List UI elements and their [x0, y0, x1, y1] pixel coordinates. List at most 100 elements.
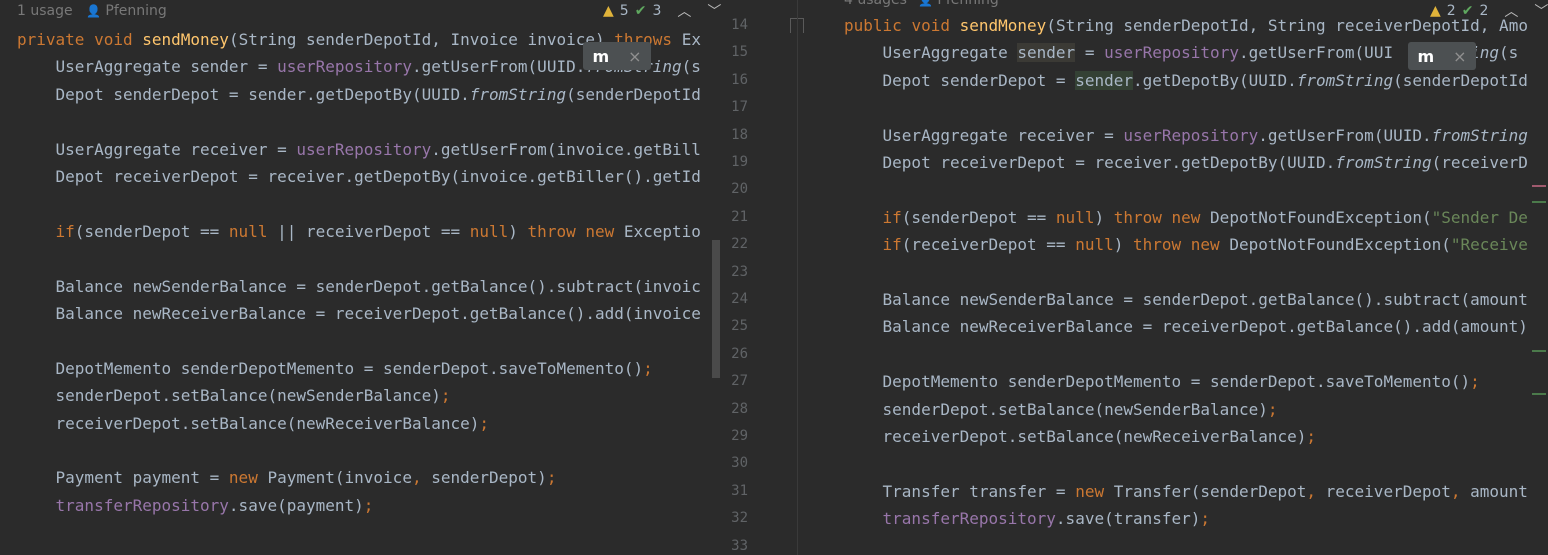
usages-hint[interactable]: 1 usage	[17, 3, 73, 19]
code-token: (senderDepotId	[1393, 70, 1528, 90]
code-token: sendMoney	[959, 16, 1047, 35]
code-token: )	[1113, 235, 1133, 255]
code-line[interactable]: receiverDepot.setBalance(newReceiverBala…	[17, 410, 489, 437]
code-token: userRepository	[296, 139, 432, 159]
code-token: userRepository	[277, 57, 412, 77]
line-number[interactable]: 32	[722, 505, 748, 532]
code-token: null	[1055, 207, 1095, 227]
line-number[interactable]: 28	[722, 396, 748, 423]
line-number[interactable]: 31	[722, 478, 748, 505]
line-number[interactable]: 23	[722, 259, 748, 286]
line-number[interactable]: 33	[722, 533, 748, 555]
line-number[interactable]: 21	[722, 204, 748, 231]
code-line[interactable]: DepotMemento senderDepotMemento = sender…	[844, 368, 1480, 395]
line-number[interactable]: 20	[722, 176, 748, 203]
line-number[interactable]: 17	[722, 94, 748, 121]
line-number[interactable]: 24	[722, 286, 748, 313]
code-token: "Sender De	[1431, 207, 1528, 227]
code-token: Depot receiverDepot = receiver.getDepotB…	[17, 167, 701, 186]
change-marker[interactable]	[1532, 393, 1546, 395]
code-line[interactable]: DepotMemento senderDepotMemento = sender…	[17, 355, 653, 382]
code-token: (senderDepot ==	[901, 207, 1056, 227]
code-token: (s	[681, 57, 701, 77]
code-line[interactable]: public void sendMoney(String senderDepot…	[844, 12, 1528, 39]
line-number[interactable]: 29	[722, 423, 748, 450]
code-line[interactable]: Balance newReceiverBalance = receiverDep…	[844, 313, 1528, 340]
code-line[interactable]: Depot receiverDepot = receiver.getDepotB…	[844, 149, 1528, 176]
change-marker[interactable]	[1532, 185, 1546, 187]
author-hint[interactable]: 👤 Pfenning	[918, 0, 999, 8]
code-token: .save(transfer)	[1055, 509, 1201, 529]
code-token: Payment payment =	[17, 468, 229, 488]
code-line[interactable]: Depot senderDepot = sender.getDepotBy(UU…	[844, 67, 1528, 94]
code-token: if	[55, 221, 75, 241]
code-line[interactable]: Depot senderDepot = sender.getDepotBy(UU…	[17, 81, 701, 108]
code-line[interactable]: Depot receiverDepot = receiver.getDepotB…	[17, 163, 701, 190]
code-line[interactable]: Balance newSenderBalance = senderDepot.g…	[17, 273, 701, 300]
chevron-up-icon[interactable]: ︿	[677, 1, 691, 21]
code-token: fromString	[469, 84, 567, 104]
code-token: DepotNotFoundException(	[1210, 207, 1432, 227]
plugin-popup[interactable]: m ×	[583, 42, 651, 70]
code-line[interactable]: if(senderDepot == null) throw new DepotN…	[844, 204, 1528, 231]
code-line[interactable]: senderDepot.setBalance(newSenderBalance)…	[17, 382, 451, 409]
code-line[interactable]: Transfer transfer = new Transfer(senderD…	[844, 478, 1528, 505]
code-line[interactable]: transferRepository.save(transfer);	[844, 505, 1211, 532]
line-number[interactable]: 14	[722, 12, 748, 39]
code-line[interactable]: Balance newSenderBalance = senderDepot.g…	[844, 286, 1528, 313]
chevron-down-icon[interactable]: ﹀	[1534, 1, 1548, 21]
line-number[interactable]: 16	[722, 67, 748, 94]
code-token: ;	[363, 495, 374, 515]
right-editor-pane[interactable]: 14 15 16 17 18 19 20 21 22 23 24 25 26 27 28 29 30 31 32 33…	[722, 0, 1548, 555]
code-token: transferRepository	[55, 495, 229, 515]
code-token: Transfer(senderDepot	[1113, 481, 1307, 501]
change-marker[interactable]	[1532, 201, 1546, 203]
change-marker[interactable]	[1532, 350, 1546, 352]
code-token: Balance newReceiverBalance = receiverDep…	[17, 304, 701, 323]
code-token: senderDepot.setBalance(newSenderBalance)	[17, 386, 441, 406]
code-line[interactable]: UserAggregate receiver = userRepository.…	[17, 136, 701, 163]
code-token: =	[1075, 43, 1105, 63]
code-line[interactable]: if(senderDepot == null || receiverDepot …	[17, 218, 701, 245]
plugin-popup[interactable]: m ×	[1408, 42, 1476, 70]
line-number[interactable]: 15	[722, 39, 748, 66]
line-number[interactable]: 19	[722, 149, 748, 176]
line-number[interactable]: 22	[722, 231, 748, 258]
code-line[interactable]: if(receiverDepot == null) throw new Depo…	[844, 231, 1528, 258]
code-token: private	[17, 30, 95, 49]
code-token: .getUserFrom(UUI	[1238, 43, 1394, 63]
vertical-scrollbar[interactable]	[712, 240, 720, 378]
line-number[interactable]: 30	[722, 450, 748, 477]
gutter-separator	[797, 0, 798, 555]
code-token: Depot senderDepot = sender.getDepotBy(UU…	[17, 84, 470, 104]
code-token: new	[585, 221, 624, 241]
line-number[interactable]: 25	[722, 313, 748, 340]
code-token: )	[1094, 207, 1114, 227]
code-token: ;	[479, 413, 490, 433]
line-number[interactable]: 26	[722, 341, 748, 368]
code-line[interactable]: receiverDepot.setBalance(newReceiverBala…	[844, 423, 1316, 450]
check-icon: ✔	[634, 3, 647, 19]
close-icon[interactable]: ×	[1453, 47, 1466, 66]
line-number[interactable]: 18	[722, 122, 748, 149]
close-icon[interactable]: ×	[628, 47, 641, 66]
usages-hint[interactable]: 4 usages	[844, 0, 907, 8]
code-token: ;	[546, 468, 557, 488]
line-number[interactable]: 27	[722, 368, 748, 395]
inspection-widget[interactable]: ▲ 5 ✔ 3 ︿ ﹀	[603, 1, 721, 21]
code-line[interactable]: senderDepot.setBalance(newSenderBalance)…	[844, 396, 1278, 423]
author-hint[interactable]: 👤 Pfenning	[86, 3, 167, 19]
left-editor-pane[interactable]: 1 usage 👤 Pfenning ▲ 5 ✔ 3 ︿ ﹀ private voi…	[0, 0, 722, 555]
code-token: throw	[1113, 207, 1172, 227]
code-line[interactable]: Balance newReceiverBalance = receiverDep…	[17, 300, 701, 327]
code-line[interactable]: Payment payment = new Payment(invoice, s…	[17, 464, 557, 491]
chevron-down-icon[interactable]: ﹀	[707, 1, 721, 21]
code-line[interactable]: transferRepository.save(payment);	[17, 492, 374, 519]
code-line[interactable]: UserAggregate receiver = userRepository.…	[844, 122, 1528, 149]
code-token: public	[844, 16, 912, 35]
code-token: UserAggregate receiver =	[17, 139, 297, 159]
line-number-gutter[interactable]: 14 15 16 17 18 19 20 21 22 23 24 25 26 27 28 29 30 31 32 33	[722, 0, 804, 555]
